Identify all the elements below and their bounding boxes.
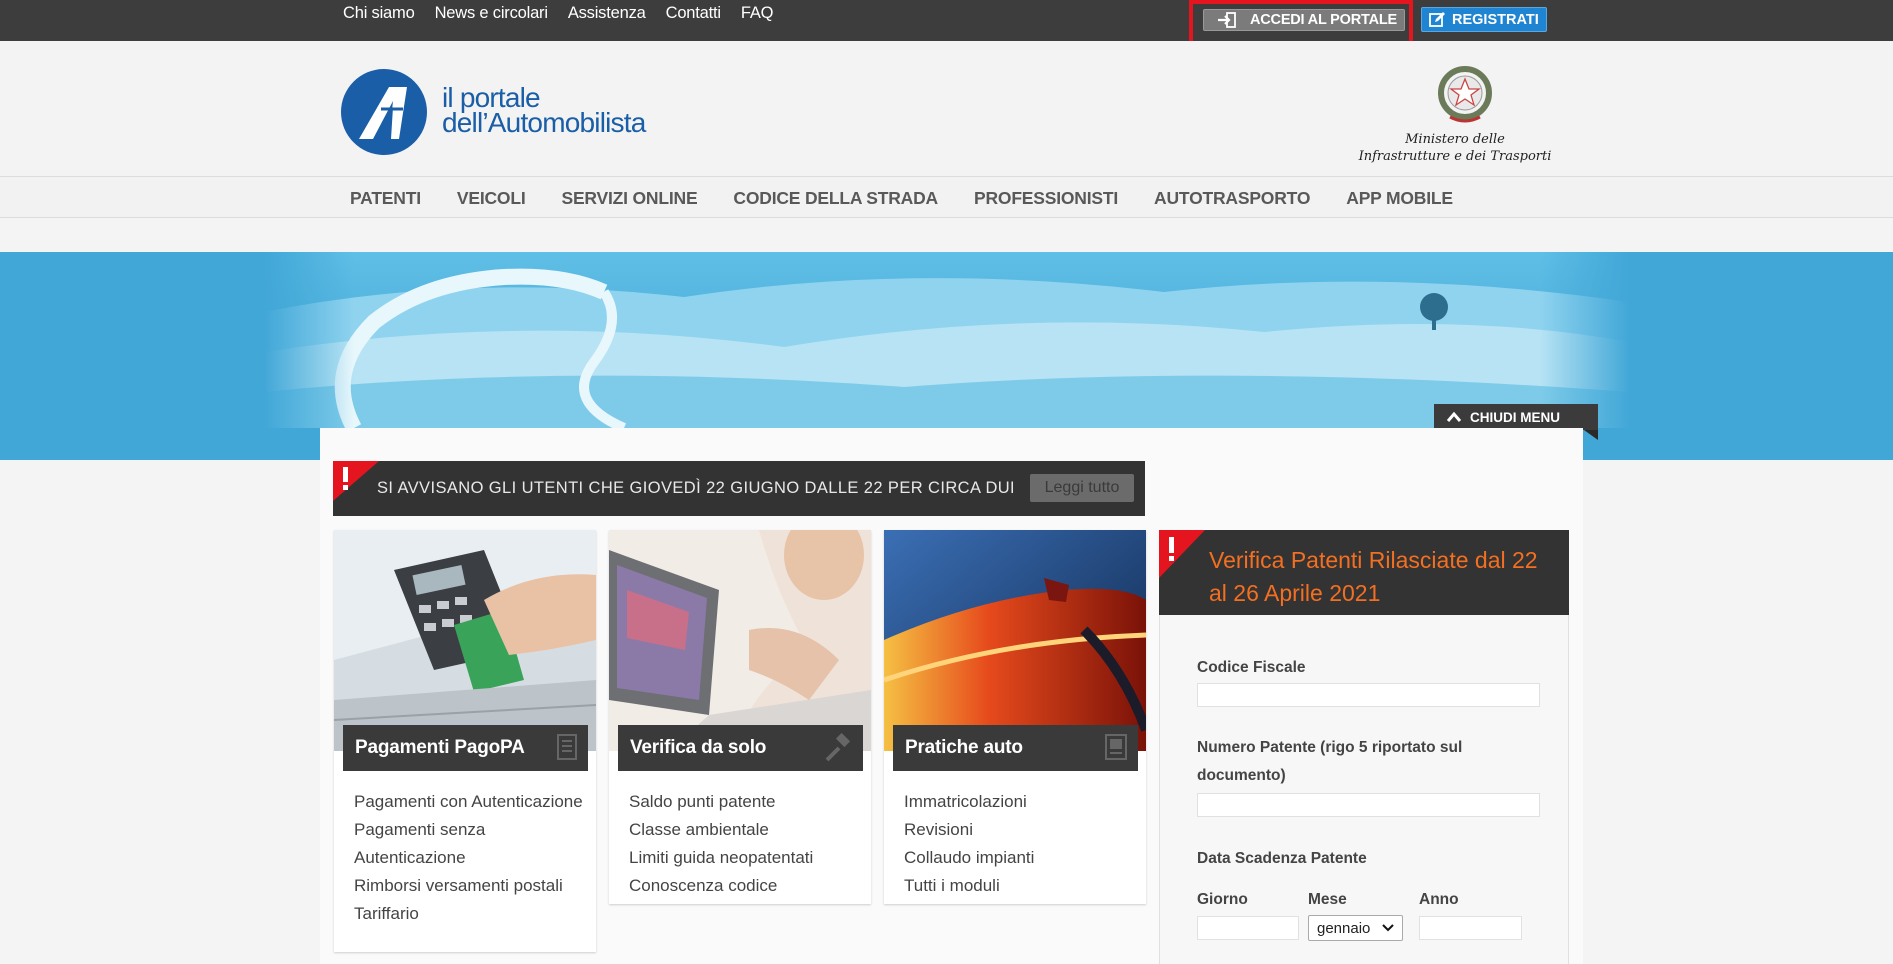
card-photo-car: [884, 530, 1146, 751]
card-title-pagamenti[interactable]: Pagamenti PagoPA: [343, 725, 588, 771]
link-saldo-punti-patente[interactable]: Saldo punti patente: [629, 788, 864, 816]
nav-item-professionisti[interactable]: PROFESSIONISTI: [974, 188, 1118, 209]
giorno-input[interactable]: [1197, 916, 1299, 940]
document-icon: [557, 734, 577, 760]
close-menu-button[interactable]: CHIUDI MENU: [1434, 404, 1598, 430]
alert-icon: [333, 461, 379, 501]
alert-bar: SI AVVISANO GLI UTENTI CHE GIOVEDÌ 22 GI…: [333, 461, 1145, 516]
link-classe-ambientale[interactable]: Classe ambientale: [629, 816, 864, 844]
top-link-news[interactable]: News e circolari: [435, 4, 548, 23]
link-tariffario[interactable]: Tariffario: [354, 900, 589, 928]
numero-patente-input[interactable]: [1197, 793, 1540, 817]
card-pagamenti: Pagamenti PagoPA Pagamenti con Autentica…: [334, 530, 596, 952]
link-tutti-i-moduli[interactable]: Tutti i moduli: [904, 872, 1139, 900]
card-title-verifica[interactable]: Verifica da solo: [618, 725, 863, 771]
link-limiti-guida-neopatentati[interactable]: Limiti guida neopatentati: [629, 844, 864, 872]
link-pagamenti-con-autenticazione[interactable]: Pagamenti con Autenticazione: [354, 788, 589, 816]
giorno-label: Giorno: [1197, 891, 1248, 908]
card-photo-laptop: [609, 530, 871, 751]
nav-item-patenti[interactable]: PATENTI: [350, 188, 421, 209]
nav-item-veicoli[interactable]: VEICOLI: [457, 188, 526, 209]
mese-label: Mese: [1308, 891, 1347, 908]
link-revisioni[interactable]: Revisioni: [904, 816, 1139, 844]
codice-fiscale-label: Codice Fiscale: [1197, 659, 1306, 676]
mese-select[interactable]: gennaio: [1308, 915, 1403, 941]
close-menu-label: CHIUDI MENU: [1470, 409, 1560, 425]
nav-item-servizi-online[interactable]: SERVIZI ONLINE: [561, 188, 697, 209]
ministry-caption: Ministero delle Infrastrutture e dei Tra…: [1350, 131, 1560, 165]
card-title-verifica-text: Verifica da solo: [630, 737, 767, 758]
main-nav: PATENTI VEICOLI SERVIZI ONLINE CODICE DE…: [350, 188, 1453, 209]
verifica-patenti-title: Verifica Patenti Rilasciate dal 22 al 26…: [1209, 547, 1538, 606]
top-link-contatti[interactable]: Contatti: [666, 4, 721, 23]
top-links: Chi siamo News e circolari Assistenza Co…: [343, 4, 773, 23]
data-scadenza-label: Data Scadenza Patente: [1197, 850, 1367, 867]
site-header: il portale dell’Automobilista Ministero …: [0, 41, 1893, 176]
alert-icon: [1159, 530, 1205, 578]
mese-select-value: gennaio: [1317, 919, 1371, 937]
anno-input[interactable]: [1419, 916, 1522, 940]
read-more-button[interactable]: Leggi tutto: [1030, 474, 1134, 502]
card-title-pratiche-text: Pratiche auto: [905, 737, 1023, 758]
link-immatricolazioni[interactable]: Immatricolazioni: [904, 788, 1139, 816]
card-links-pratiche: Immatricolazioni Revisioni Collaudo impi…: [904, 788, 1139, 900]
verifica-patenti-header: Verifica Patenti Rilasciate dal 22 al 26…: [1159, 530, 1569, 615]
verifica-patenti-form: Codice Fiscale Numero Patente (rigo 5 ri…: [1159, 615, 1569, 964]
portal-logo-icon[interactable]: [341, 69, 427, 155]
nav-item-codice-della-strada[interactable]: CODICE DELLA STRADA: [733, 188, 938, 209]
link-collaudo-impianti[interactable]: Collaudo impianti: [904, 844, 1139, 872]
form-icon: [1105, 734, 1127, 760]
hammer-icon: [825, 733, 851, 762]
card-title-pagamenti-text: Pagamenti PagoPA: [355, 737, 525, 758]
link-pagamenti-senza-autenticazione[interactable]: Pagamenti senza Autenticazione: [354, 816, 589, 872]
link-conoscenza-codice[interactable]: Conoscenza codice: [629, 872, 864, 900]
chevron-down-icon: [1382, 924, 1394, 932]
portal-logo-text[interactable]: il portale dell’Automobilista: [442, 84, 646, 138]
card-pratiche-auto: Pratiche auto Immatricolazioni Revisioni…: [884, 530, 1146, 904]
card-photo-calculator: [334, 530, 596, 751]
top-link-chi-siamo[interactable]: Chi siamo: [343, 4, 415, 23]
ministry-caption-line-1: Ministero delle: [1405, 132, 1505, 147]
card-links-pagamenti: Pagamenti con Autenticazione Pagamenti s…: [354, 788, 589, 928]
nav-item-app-mobile[interactable]: APP MOBILE: [1346, 188, 1453, 209]
anno-label: Anno: [1419, 891, 1459, 908]
top-link-assistenza[interactable]: Assistenza: [568, 4, 646, 23]
codice-fiscale-input[interactable]: [1197, 683, 1540, 707]
main-nav-bar: PATENTI VEICOLI SERVIZI ONLINE CODICE DE…: [0, 176, 1893, 218]
ministry-logo[interactable]: Ministero delle Infrastrutture e dei Tra…: [1350, 61, 1560, 181]
card-verifica-da-solo: Verifica da solo Saldo punti patente Cla…: [609, 530, 871, 904]
republic-emblem-icon: [1438, 66, 1492, 123]
card-title-pratiche[interactable]: Pratiche auto: [893, 725, 1138, 771]
link-rimborsi-versamenti-postali[interactable]: Rimborsi versamenti postali: [354, 872, 589, 900]
login-button[interactable]: ACCEDI AL PORTALE: [1203, 9, 1405, 31]
edit-icon: [1429, 12, 1445, 27]
login-icon: [1218, 12, 1236, 28]
numero-patente-label: Numero Patente (rigo 5 riportato sul doc…: [1197, 739, 1463, 784]
login-button-label: ACCEDI AL PORTALE: [1250, 12, 1397, 28]
card-links-verifica: Saldo punti patente Classe ambientale Li…: [629, 788, 864, 900]
ministry-caption-line-2: Infrastrutture e dei Trasporti: [1358, 149, 1552, 164]
hero-landscape-image: [264, 252, 1630, 428]
register-button-label: REGISTRATI: [1452, 11, 1539, 28]
logo-line-2: dell’Automobilista: [442, 107, 646, 138]
nav-item-autotrasporto[interactable]: AUTOTRASPORTO: [1154, 188, 1310, 209]
top-bar: Chi siamo News e circolari Assistenza Co…: [0, 0, 1893, 41]
top-link-faq[interactable]: FAQ: [741, 4, 774, 23]
chevron-up-icon: [1446, 411, 1462, 422]
close-menu-fold: [1584, 430, 1598, 440]
register-button[interactable]: REGISTRATI: [1421, 7, 1547, 32]
